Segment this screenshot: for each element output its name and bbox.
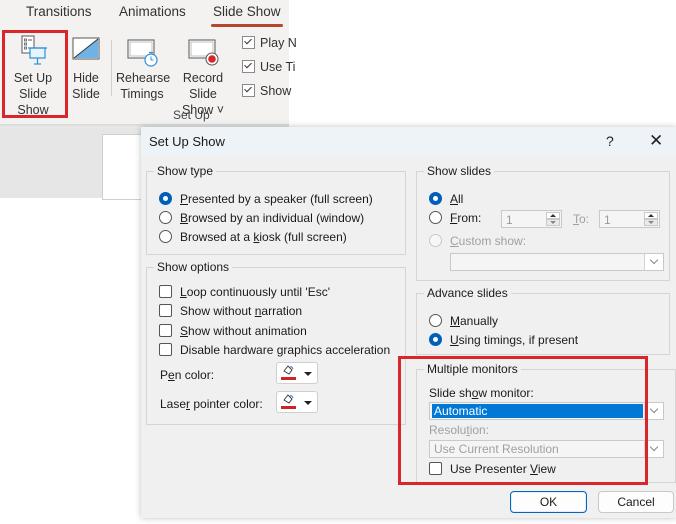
highlight-multiple-monitors xyxy=(398,356,648,485)
radio-browsed-at-kiosk[interactable]: Browsed at a kiosk (full screen) xyxy=(159,230,347,244)
use-timings-checkbox[interactable]: Use Ti xyxy=(242,60,295,74)
tab-transitions[interactable]: Transitions xyxy=(26,4,92,19)
radio-unselected-icon xyxy=(429,211,442,224)
dialog-title: Set Up Show xyxy=(149,134,225,149)
rehearse-timings-button[interactable]: Rehearse Timings xyxy=(116,34,171,102)
checkbox-checked-icon xyxy=(242,36,255,49)
radio-selected-icon xyxy=(429,192,442,205)
radio-presented-by-speaker[interactable]: Presented by a speaker (full screen) xyxy=(159,192,373,206)
checkbox-unchecked-icon xyxy=(159,343,172,356)
tab-slide-show[interactable]: Slide Show xyxy=(211,4,283,27)
spin-down-icon[interactable] xyxy=(546,219,560,226)
record-icon xyxy=(186,34,220,68)
loop-continuously-checkbox[interactable]: Loop continuously until 'Esc' xyxy=(159,285,330,299)
disable-hardware-acceleration-checkbox[interactable]: Disable hardware graphics acceleration xyxy=(159,343,390,357)
from-slide-spinner[interactable]: 1 xyxy=(501,210,562,228)
show-media-controls-label: Show xyxy=(260,84,292,98)
ribbon-separator xyxy=(111,40,112,96)
help-button[interactable]: ? xyxy=(606,133,614,149)
show-slides-label: Show slides xyxy=(424,164,495,178)
paint-bucket-icon xyxy=(283,394,294,404)
tab-animations[interactable]: Animations xyxy=(119,4,186,19)
radio-unselected-icon xyxy=(159,230,172,243)
to-slide-spinner[interactable]: 1 xyxy=(599,210,660,228)
laser-pointer-color-label: Laser pointer color: xyxy=(160,397,263,411)
hide-line2: Slide xyxy=(72,87,100,101)
hide-slide-icon xyxy=(69,34,103,68)
radio-unselected-icon xyxy=(159,211,172,224)
radio-unselected-icon xyxy=(429,314,442,327)
custom-show-value xyxy=(453,255,643,269)
show-slides-group: Show slides All From: 1 To: 1 Custom sho… xyxy=(416,164,670,281)
show-options-label: Show options xyxy=(154,260,233,274)
rehearse-line1: Rehearse xyxy=(116,71,171,85)
show-media-controls-checkbox[interactable]: Show xyxy=(242,84,291,98)
radio-selected-icon xyxy=(159,192,172,205)
ribbon-tabs: Transitions Animations Slide Show xyxy=(0,0,289,30)
from-slide-value: 1 xyxy=(506,213,513,227)
show-without-animation-checkbox[interactable]: Show without animation xyxy=(159,324,307,338)
cancel-button[interactable]: Cancel xyxy=(598,491,674,513)
advance-slides-label: Advance slides xyxy=(424,286,511,300)
dialog-titlebar: Set Up Show ? ✕ xyxy=(141,127,676,156)
spin-down-icon[interactable] xyxy=(644,219,658,226)
close-button[interactable]: ✕ xyxy=(649,131,663,151)
show-type-label: Show type xyxy=(154,164,217,178)
show-type-group: Show type Presented by a speaker (full s… xyxy=(146,164,406,255)
spin-up-icon[interactable] xyxy=(546,212,560,219)
checkbox-unchecked-icon xyxy=(159,324,172,337)
play-narrations-checkbox[interactable]: Play N xyxy=(242,36,297,50)
checkbox-unchecked-icon xyxy=(159,304,172,317)
custom-show-dropdown[interactable] xyxy=(450,253,664,271)
pen-color-label: Pen color: xyxy=(160,368,215,382)
spin-up-icon[interactable] xyxy=(644,212,658,219)
use-timings-label: Use Ti xyxy=(260,60,296,74)
radio-disabled-icon xyxy=(429,234,442,247)
hide-slide-button[interactable]: Hide Slide xyxy=(66,34,106,102)
radio-custom-show[interactable]: Custom show: xyxy=(429,234,526,248)
to-slide-value: 1 xyxy=(604,213,611,227)
show-options-group: Show options Loop continuously until 'Es… xyxy=(146,260,406,425)
rehearse-line2: Timings xyxy=(120,87,164,101)
highlight-set-up-slide-show xyxy=(2,30,68,118)
radio-browsed-by-individual[interactable]: Browsed by an individual (window) xyxy=(159,211,364,225)
play-narrations-label: Play N xyxy=(260,36,297,50)
record-line1: Record Slide xyxy=(182,71,224,101)
pen-color-swatch xyxy=(281,377,296,380)
pen-color-button[interactable] xyxy=(276,362,318,384)
rehearse-timings-icon xyxy=(125,34,159,68)
checkbox-unchecked-icon xyxy=(159,285,172,298)
laser-pointer-color-button[interactable] xyxy=(276,391,318,413)
advance-slides-group: Advance slides Manually Using timings, i… xyxy=(416,286,670,355)
paint-bucket-icon xyxy=(283,365,294,375)
record-slide-show-button[interactable]: Record Slide Show ˅ xyxy=(170,34,236,118)
chevron-down-icon xyxy=(644,254,663,270)
checkbox-checked-icon xyxy=(242,60,255,73)
show-without-narration-checkbox[interactable]: Show without narration xyxy=(159,304,302,318)
radio-manually[interactable]: Manually xyxy=(429,314,498,328)
checkbox-checked-icon xyxy=(242,84,255,97)
to-slide-label: To: xyxy=(573,212,590,226)
radio-using-timings[interactable]: Using timings, if present xyxy=(429,333,578,347)
dropdown-caret-icon xyxy=(304,401,312,405)
radio-all-slides[interactable]: All xyxy=(429,192,463,206)
radio-from-slide[interactable]: From: xyxy=(429,211,481,225)
dropdown-caret-icon xyxy=(304,372,312,376)
laser-color-swatch xyxy=(281,406,296,409)
hide-line1: Hide xyxy=(73,71,99,85)
radio-selected-icon xyxy=(429,333,442,346)
ok-button[interactable]: OK xyxy=(510,491,587,513)
group-label-set-up: Set Up xyxy=(173,108,210,122)
